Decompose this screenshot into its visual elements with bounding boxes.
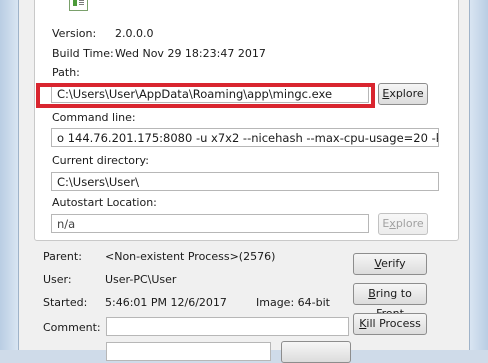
bring-to-front-button[interactable]: Bring to Front [353,283,427,320]
build-time-value: Wed Nov 29 18:23:47 2017 [115,47,266,60]
verify-button[interactable]: Verify [353,253,427,275]
command-line-label: Command line: [52,111,136,124]
comment-field[interactable] [106,317,349,336]
parent-label: Parent: [43,250,82,263]
version-value: 2.0.0.0 [115,27,154,40]
path-label: Path: [52,66,80,79]
executable-icon [69,0,88,11]
kill-process-button[interactable]: Kill Process [353,313,427,335]
window-frame-left [0,0,19,350]
image-type-value: Image: 64-bit [256,296,330,309]
parent-value: <Non-existent Process>(2576) [105,250,276,263]
window-frame-right [469,0,488,350]
autostart-location-label: Autostart Location: [52,196,157,209]
bottom-field[interactable] [106,342,271,361]
current-directory-label: Current directory: [52,154,149,167]
build-time-label: Build Time: [52,47,114,60]
autostart-location-field[interactable]: n/a [51,214,369,233]
started-value: 5:46:01 PM 12/6/2017 [105,296,227,309]
user-value: User-PC\User [105,273,177,286]
current-directory-field[interactable]: C:\Users\User\ [51,172,439,191]
explore-button[interactable]: Explore [378,83,428,105]
user-label: User: [43,273,72,286]
started-label: Started: [43,296,88,309]
process-properties-window: Version: 2.0.0.0 Build Time: Wed Nov 29 … [19,0,469,363]
image-groupbox: Version: 2.0.0.0 Build Time: Wed Nov 29 … [34,0,459,241]
command-line-field[interactable]: o 144.76.201.175:8080 -u x7x2 --nicehash… [51,128,439,147]
bottom-button[interactable] [281,341,351,363]
path-highlight-box [36,83,375,108]
comment-label: Comment: [43,321,101,334]
version-label: Version: [52,27,97,40]
autostart-explore-button[interactable]: Explore [378,213,428,235]
